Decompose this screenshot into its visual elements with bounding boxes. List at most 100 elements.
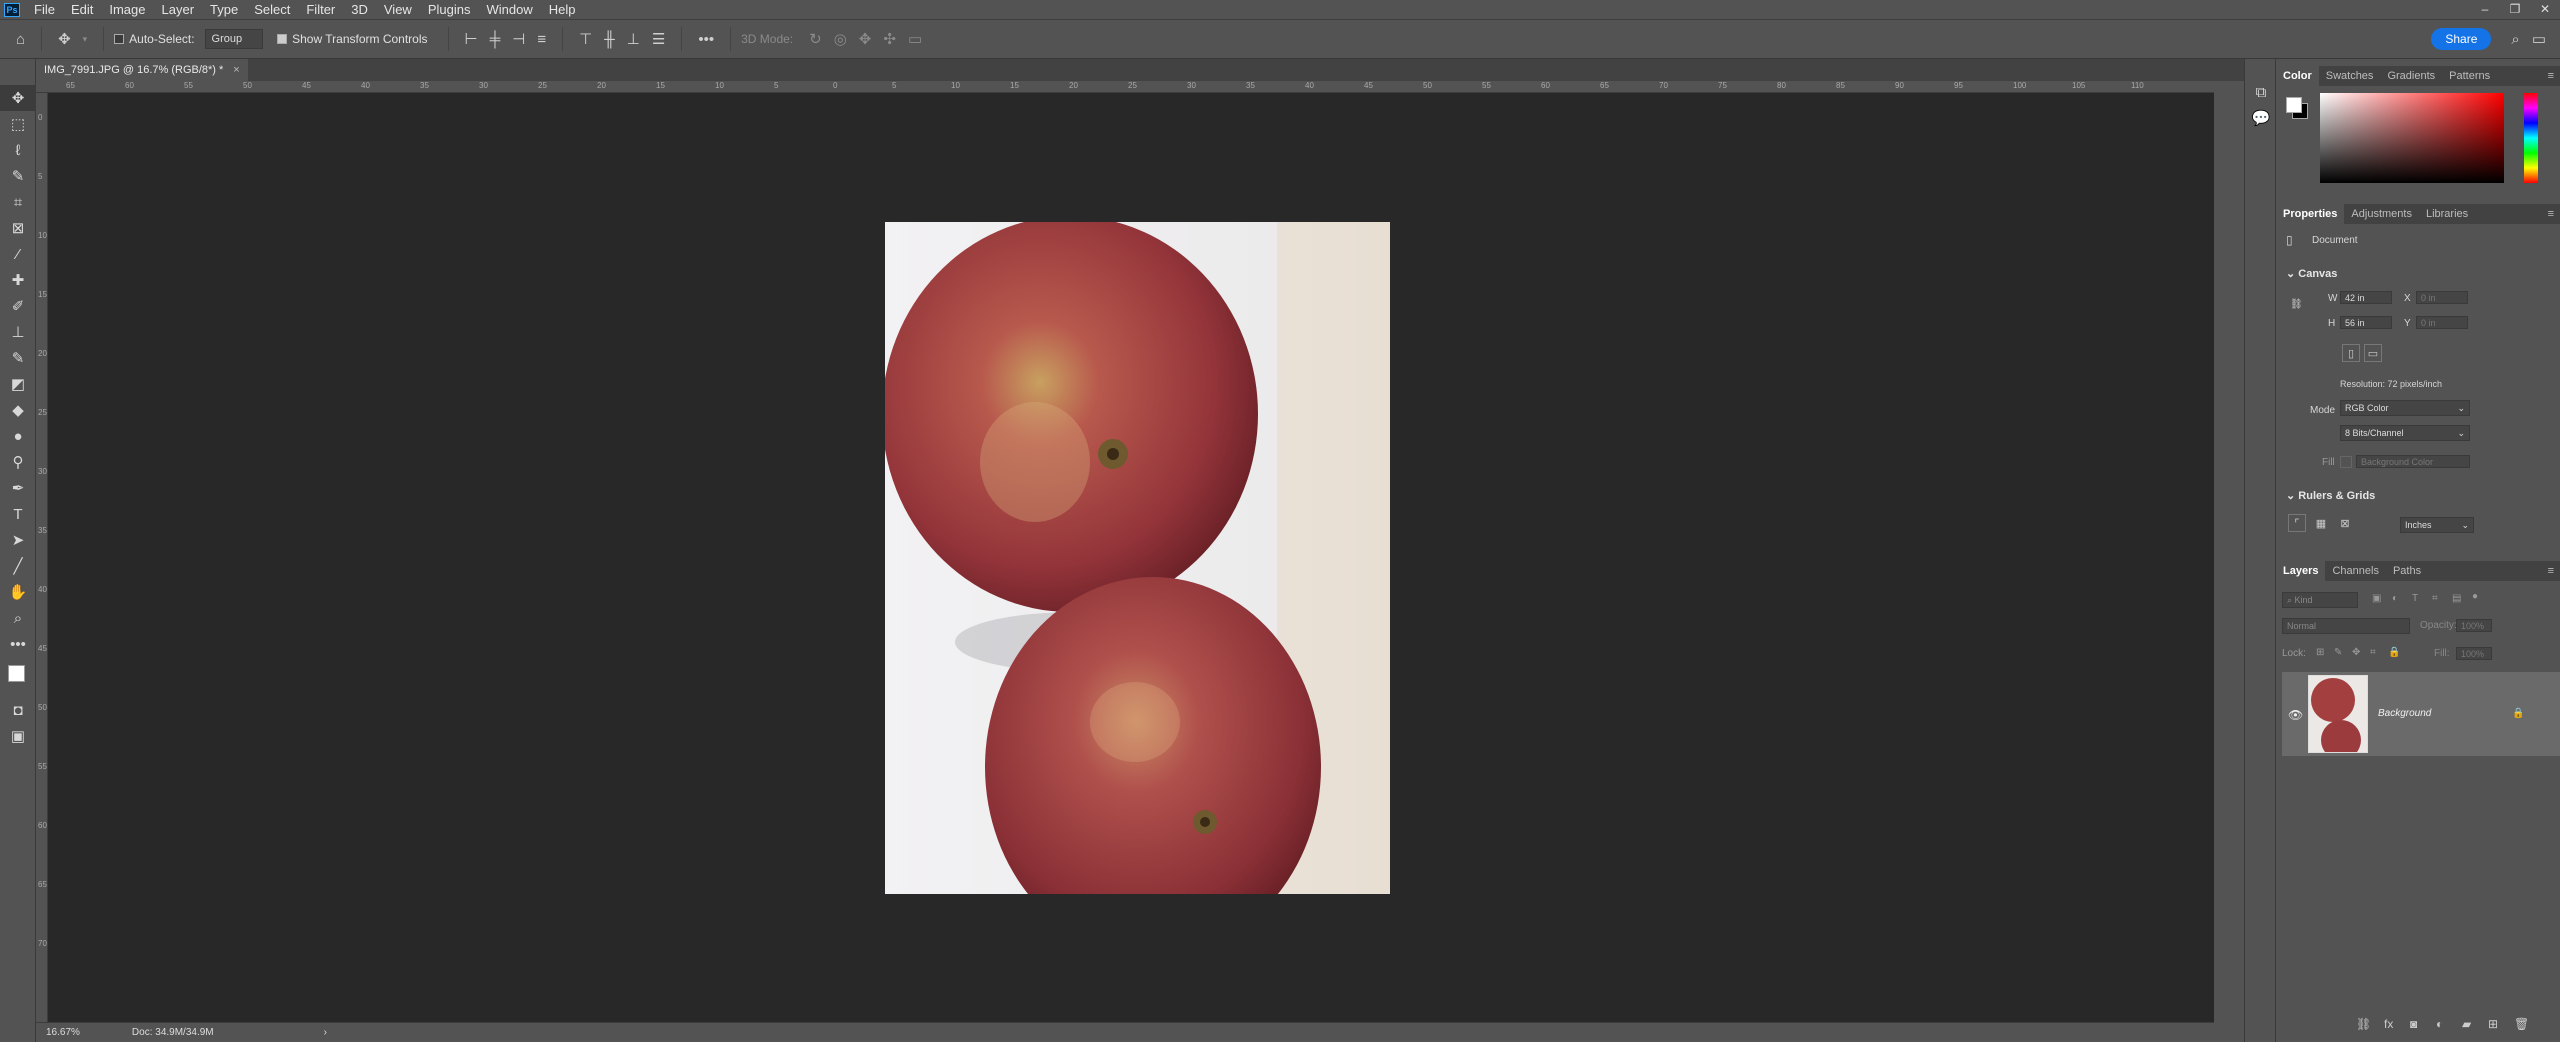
lasso-tool-icon[interactable]: ℓ — [0, 137, 36, 163]
y-field[interactable]: 0 in — [2416, 316, 2468, 329]
history-panel-icon[interactable]: ⧉ — [2245, 79, 2277, 105]
align-center-icon[interactable]: ╪ — [490, 31, 501, 48]
filter-shape-icon[interactable]: ⌗ — [2432, 593, 2438, 604]
quick-mask-icon[interactable]: ◘ — [0, 697, 36, 723]
auto-select-checkbox[interactable]: Auto-Select: — [114, 32, 195, 46]
blur-tool-icon[interactable]: ● — [0, 423, 36, 449]
3d-camera-icon[interactable]: ▭ — [908, 30, 922, 48]
frame-tool-icon[interactable]: ⊠ — [0, 215, 36, 241]
new-layer-icon[interactable]: ⊞ — [2488, 1017, 2498, 1031]
type-tool-icon[interactable]: T — [0, 501, 36, 527]
auto-select-target-dropdown[interactable]: Group — [204, 29, 264, 49]
tab-libraries[interactable]: Libraries — [2419, 204, 2475, 224]
x-field[interactable]: 0 in — [2416, 291, 2468, 304]
align-top-icon[interactable]: ⊤ — [579, 30, 592, 48]
menu-filter[interactable]: Filter — [298, 2, 343, 17]
rulers-grids-section-header[interactable]: ⌄ Rulers & Grids — [2286, 489, 2375, 502]
menu-plugins[interactable]: Plugins — [420, 2, 479, 17]
adjustment-layer-icon[interactable]: ◐ — [2436, 1017, 2443, 1031]
menu-image[interactable]: Image — [101, 2, 153, 17]
menu-view[interactable]: View — [376, 2, 420, 17]
height-field[interactable]: 56 in — [2340, 316, 2392, 329]
menu-layer[interactable]: Layer — [154, 2, 203, 17]
grid-icon[interactable]: ▦ — [2312, 514, 2330, 532]
lock-pixels-icon[interactable]: ⊞ — [2316, 647, 2324, 658]
ruler-icon[interactable]: ⌜ — [2288, 514, 2306, 532]
move-tool-preset-icon[interactable]: ✥ — [58, 30, 71, 48]
chevron-down-icon[interactable]: ▾ — [83, 34, 88, 45]
minimize-button[interactable]: – — [2470, 0, 2500, 19]
layer-row-background[interactable]: 👁 Background 🔒 — [2282, 672, 2560, 756]
align-right-icon[interactable]: ⊣ — [512, 30, 525, 48]
panel-menu-icon[interactable]: ≡ — [2548, 565, 2554, 577]
color-mode-dropdown[interactable]: RGB Color ⌄ — [2340, 400, 2470, 416]
eraser-tool-icon[interactable]: ◩ — [0, 371, 36, 397]
filter-type-icon[interactable]: T — [2412, 593, 2418, 604]
home-icon[interactable]: ⌂ — [16, 31, 25, 48]
menu-edit[interactable]: Edit — [63, 2, 101, 17]
3d-pan-icon[interactable]: ✥ — [859, 30, 872, 48]
align-left-icon[interactable]: ⊢ — [465, 30, 478, 48]
filter-adjustment-icon[interactable]: ◐ — [2392, 593, 2398, 604]
clone-stamp-tool-icon[interactable]: ⊥ — [0, 319, 36, 345]
quick-select-tool-icon[interactable]: ✎ — [0, 163, 36, 189]
3d-slide-icon[interactable]: ✣ — [883, 30, 896, 48]
tab-swatches[interactable]: Swatches — [2319, 66, 2381, 86]
bit-depth-dropdown[interactable]: 8 Bits/Channel ⌄ — [2340, 425, 2470, 441]
panel-menu-icon[interactable]: ≡ — [2548, 70, 2554, 82]
filter-pixel-icon[interactable]: ▣ — [2372, 593, 2381, 604]
panel-menu-icon[interactable]: ≡ — [2548, 208, 2554, 220]
menu-window[interactable]: Window — [478, 2, 540, 17]
delete-layer-icon[interactable]: 🗑 — [2514, 1017, 2529, 1031]
distribute-icon[interactable]: ≡ — [537, 31, 546, 48]
paint-bucket-tool-icon[interactable]: ◆ — [0, 397, 36, 423]
brush-tool-icon[interactable]: ✐ — [0, 293, 36, 319]
link-layers-icon[interactable]: ⛓ — [2356, 1017, 2371, 1031]
zoom-level[interactable]: 16.67% — [46, 1027, 80, 1038]
hand-tool-icon[interactable]: ✋ — [0, 579, 36, 605]
more-options-icon[interactable]: ••• — [698, 31, 714, 48]
tab-paths[interactable]: Paths — [2386, 561, 2428, 581]
fill-swatch[interactable] — [2340, 456, 2352, 468]
tab-properties[interactable]: Properties — [2276, 204, 2345, 224]
tab-patterns[interactable]: Patterns — [2442, 66, 2497, 86]
align-middle-icon[interactable]: ╫ — [604, 31, 615, 48]
line-tool-icon[interactable]: ╱ — [0, 553, 36, 579]
tab-adjustments[interactable]: Adjustments — [2344, 204, 2419, 224]
align-bottom-icon[interactable]: ⊥ — [627, 30, 640, 48]
width-field[interactable]: 42 in — [2340, 291, 2392, 304]
lock-image-pixels-icon[interactable]: ✎ — [2334, 647, 2342, 658]
menu-help[interactable]: Help — [541, 2, 584, 17]
fill-dropdown[interactable]: Background Color — [2356, 455, 2470, 468]
healing-tool-icon[interactable]: ✚ — [0, 267, 36, 293]
3d-orbit-icon[interactable]: ↻ — [809, 30, 822, 48]
eye-icon[interactable]: 👁 — [2288, 708, 2303, 722]
add-mask-icon[interactable]: ◙ — [2410, 1017, 2417, 1031]
show-transform-checkbox[interactable]: Show Transform Controls — [277, 32, 428, 46]
lock-position-icon[interactable]: ✥ — [2352, 647, 2360, 658]
path-select-tool-icon[interactable]: ➤ — [0, 527, 36, 553]
zoom-tool-icon[interactable]: ⌕ — [0, 605, 36, 631]
fill-field[interactable]: 100% — [2456, 647, 2492, 660]
menu-file[interactable]: File — [26, 2, 63, 17]
ruler-units-dropdown[interactable]: Inches ⌄ — [2400, 517, 2474, 533]
tab-layers[interactable]: Layers — [2276, 561, 2326, 581]
share-button[interactable]: Share — [2431, 28, 2492, 50]
edit-toolbar-icon[interactable]: ••• — [0, 631, 36, 657]
filter-toggle-icon[interactable]: ● — [2472, 591, 2478, 602]
search-icon[interactable]: ⌕ — [2511, 31, 2519, 48]
blend-mode-dropdown[interactable]: Normal — [2282, 618, 2410, 634]
landscape-orientation-icon[interactable]: ▭ — [2364, 344, 2382, 362]
link-dimensions-icon[interactable]: ⛓ — [2290, 299, 2303, 310]
menu-3d[interactable]: 3D — [343, 2, 376, 17]
portrait-orientation-icon[interactable]: ▯ — [2342, 344, 2360, 362]
document-tab[interactable]: IMG_7991.JPG @ 16.7% (RGB/8*) * × — [36, 59, 248, 81]
canvas-section-header[interactable]: ⌄ Canvas — [2286, 267, 2337, 280]
color-picker-field[interactable] — [2320, 93, 2504, 183]
filter-smart-object-icon[interactable]: ▤ — [2452, 593, 2461, 604]
workspace-icon[interactable]: ▭ — [2532, 30, 2546, 48]
opacity-field[interactable]: 100% — [2456, 619, 2492, 632]
distribute-vertical-icon[interactable]: ☰ — [652, 30, 665, 48]
guides-icon[interactable]: ⊠ — [2336, 514, 2354, 532]
tab-channels[interactable]: Channels — [2325, 561, 2385, 581]
